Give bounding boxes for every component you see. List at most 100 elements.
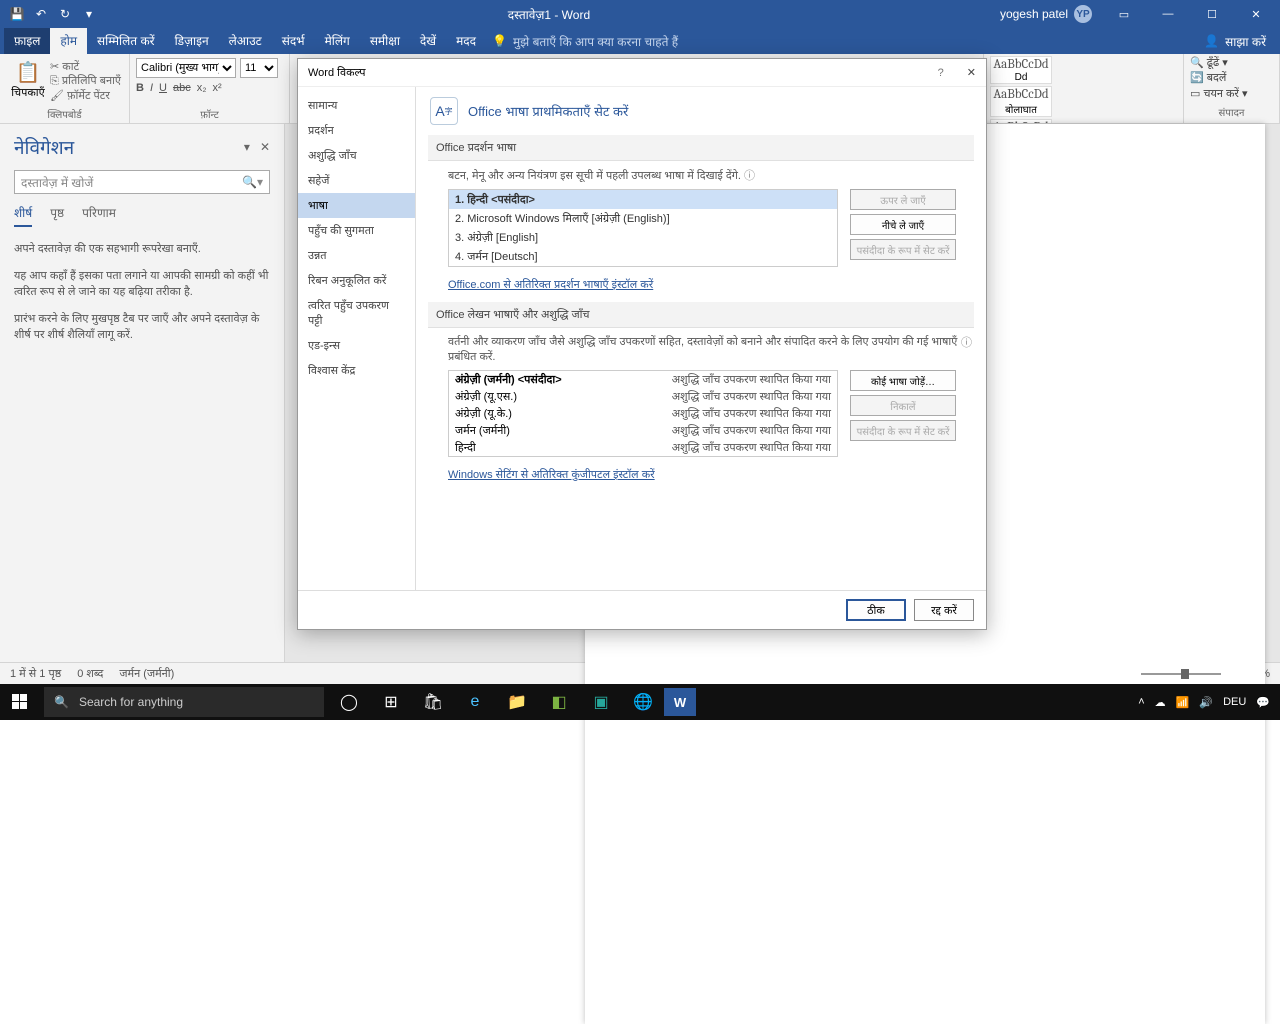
task-view-icon[interactable]: ⊞ (370, 684, 412, 720)
camtasia-icon[interactable]: ◧ (538, 684, 580, 720)
install-display-lang-link[interactable]: Office.com से अतिरिक्त प्रदर्शन भाषाएँ इ… (448, 277, 653, 292)
strike-button[interactable]: abc (173, 82, 191, 94)
notifications-icon[interactable]: 💬 (1256, 696, 1270, 709)
status-word-count[interactable]: 0 शब्द (77, 666, 103, 681)
redo-icon[interactable]: ↻ (54, 3, 76, 25)
subscript-button[interactable]: x₂ (197, 82, 207, 94)
tab-view[interactable]: देखें (410, 28, 446, 54)
options-category-7[interactable]: रिबन अनुकूलित करें (298, 268, 415, 293)
store-icon[interactable]: 🛍 (412, 684, 454, 720)
authoring-lang-row[interactable]: अंग्रेज़ी (यू.के.)अशुद्धि जाँच उपकरण स्थ… (449, 405, 837, 422)
tray-sound-icon[interactable]: 🔊 (1199, 696, 1213, 709)
style-gallery-item[interactable]: AaBbCcDdDd (990, 56, 1052, 84)
cut-button[interactable]: ✂ काटें (50, 60, 121, 74)
status-page-count[interactable]: 1 में से 1 पृष्ठ (10, 666, 61, 681)
options-category-4[interactable]: भाषा (298, 193, 415, 218)
bold-button[interactable]: B (136, 82, 144, 94)
copy-button[interactable]: ⎘ प्रतिलिपि बनाएँ (50, 74, 121, 88)
options-category-3[interactable]: सहेजें (298, 168, 415, 193)
font-size-select[interactable]: 11 (240, 58, 278, 78)
edge-icon[interactable]: e (454, 684, 496, 720)
tab-references[interactable]: संदर्भ (272, 28, 315, 54)
nav-tab-pages[interactable]: पृष्ठ (50, 204, 64, 227)
nav-search-input[interactable]: दस्तावेज़ में खोजें 🔍▾ (14, 170, 270, 194)
authoring-language-list[interactable]: अंग्रेज़ी (जर्मनी) <पसंदीदा>अशुद्धि जाँच… (448, 370, 838, 457)
undo-icon[interactable]: ↶ (30, 3, 52, 25)
options-category-1[interactable]: प्रदर्शन (298, 118, 415, 143)
info-icon[interactable]: ⓘ (744, 170, 755, 182)
chrome-icon[interactable]: 🌐 (622, 684, 664, 720)
underline-button[interactable]: U (159, 82, 167, 94)
tab-design[interactable]: डिज़ाइन (165, 28, 219, 54)
add-language-button[interactable]: कोई भाषा जोड़ें… (850, 370, 956, 391)
display-lang-row[interactable]: 2. Microsoft Windows मिलाएँ [अंग्रेज़ी (… (449, 209, 837, 228)
explorer-icon[interactable]: 📁 (496, 684, 538, 720)
display-lang-row[interactable]: 1. हिन्दी <पसंदीदा> (449, 190, 837, 209)
font-name-select[interactable]: Calibri (मुख्य भाग) (136, 58, 236, 78)
style-sample: AaBbCcDd (993, 87, 1048, 102)
nav-tab-results[interactable]: परिणाम (82, 204, 116, 227)
minimize-icon[interactable]: — (1148, 0, 1188, 28)
help-icon[interactable]: ? (938, 67, 944, 79)
account-button[interactable]: yogesh patel YP (992, 5, 1100, 23)
zoom-slider[interactable] (1141, 673, 1221, 675)
dialog-close-icon[interactable]: ✕ (967, 67, 976, 79)
tell-me[interactable]: 💡 मुझे बताएँ कि आप क्या करना चाहते हैं (492, 33, 678, 50)
authoring-lang-row[interactable]: हिन्दीअशुद्धि जाँच उपकरण स्थापित किया गय… (449, 439, 837, 456)
display-lang-row[interactable]: 3. अंग्रेज़ी [English] (449, 228, 837, 247)
maximize-icon[interactable]: ☐ (1192, 0, 1232, 28)
tab-mailings[interactable]: मेलिंग (315, 28, 360, 54)
ribbon-mode-icon[interactable]: ▭ (1104, 0, 1144, 28)
options-category-5[interactable]: पहुँच की सुगमता (298, 218, 415, 243)
tray-cloud-icon[interactable]: ☁ (1155, 696, 1166, 709)
nav-tab-headings[interactable]: शीर्ष (14, 204, 32, 227)
tray-chevron-icon[interactable]: ˄ (1138, 696, 1144, 708)
nav-close-icon[interactable]: ✕ (260, 140, 270, 154)
format-painter-label: फ़ॉर्मेट पेंटर (67, 90, 110, 102)
share-button[interactable]: 👤 साझा करें (1190, 33, 1280, 50)
select-button[interactable]: ▭ चयन करें ▾ (1190, 87, 1273, 102)
status-language[interactable]: जर्मन (जर्मनी) (119, 666, 174, 681)
move-down-button[interactable]: नीचे ले जाएँ (850, 214, 956, 235)
style-gallery-item[interactable]: AaBbCcDdबोलाघात (990, 86, 1052, 117)
clipboard-group-label: क्लिपबोर्ड (0, 107, 129, 121)
italic-button[interactable]: I (150, 82, 153, 94)
display-language-list[interactable]: 1. हिन्दी <पसंदीदा>2. Microsoft Windows … (448, 189, 838, 267)
replace-button[interactable]: 🔄 बदलें (1190, 71, 1273, 86)
format-painter-button[interactable]: 🖌 फ़ॉर्मेट पेंटर (50, 89, 121, 103)
options-category-0[interactable]: सामान्य (298, 93, 415, 118)
ok-button[interactable]: ठीक (846, 599, 906, 621)
options-category-8[interactable]: त्वरित पहुँच उपकरण पट्टी (298, 293, 415, 333)
cortana-icon[interactable]: ◯ (328, 684, 370, 720)
options-category-6[interactable]: उन्नत (298, 243, 415, 268)
options-category-9[interactable]: एड-इन्स (298, 333, 415, 358)
snagit-icon[interactable]: ▣ (580, 684, 622, 720)
tab-home[interactable]: होम (50, 28, 87, 54)
authoring-lang-row[interactable]: अंग्रेज़ी (जर्मनी) <पसंदीदा>अशुद्धि जाँच… (449, 371, 837, 388)
start-button[interactable] (0, 684, 40, 720)
tab-review[interactable]: समीक्षा (360, 28, 410, 54)
nav-menu-icon[interactable]: ▾ (244, 140, 250, 154)
cancel-button[interactable]: रद्द करें (914, 599, 974, 621)
authoring-lang-row[interactable]: अंग्रेज़ी (यू.एस.)अशुद्धि जाँच उपकरण स्थ… (449, 388, 837, 405)
authoring-lang-row[interactable]: जर्मन (जर्मनी)अशुद्धि जाँच उपकरण स्थापित… (449, 422, 837, 439)
taskbar-search[interactable]: 🔍 Search for anything (44, 687, 324, 717)
word-icon[interactable]: W (664, 688, 696, 716)
find-button[interactable]: 🔍 ढूँढें ▾ (1190, 56, 1273, 71)
tab-help[interactable]: मदद (446, 28, 486, 54)
tray-wifi-icon[interactable]: 📶 (1176, 696, 1190, 709)
options-category-2[interactable]: अशुद्धि जाँच (298, 143, 415, 168)
install-keyboard-link[interactable]: Windows सेटिंग से अतिरिक्त कुंजीपटल इंस्… (448, 467, 655, 482)
info-icon[interactable]: ⓘ (961, 334, 972, 350)
options-category-10[interactable]: विश्वास केंद्र (298, 358, 415, 383)
tab-file[interactable]: फ़ाइल (4, 28, 50, 54)
tab-layout[interactable]: लेआउट (219, 28, 272, 54)
close-icon[interactable]: ✕ (1236, 0, 1276, 28)
customize-qat-icon[interactable]: ▾ (78, 3, 100, 25)
display-lang-row[interactable]: 4. जर्मन [Deutsch] (449, 247, 837, 266)
user-initials: YP (1074, 5, 1092, 23)
tab-insert[interactable]: सम्मिलित करें (87, 28, 165, 54)
save-icon[interactable]: 💾 (6, 3, 28, 25)
superscript-button[interactable]: x² (213, 82, 222, 94)
keyboard-layout[interactable]: DEU (1223, 696, 1246, 708)
